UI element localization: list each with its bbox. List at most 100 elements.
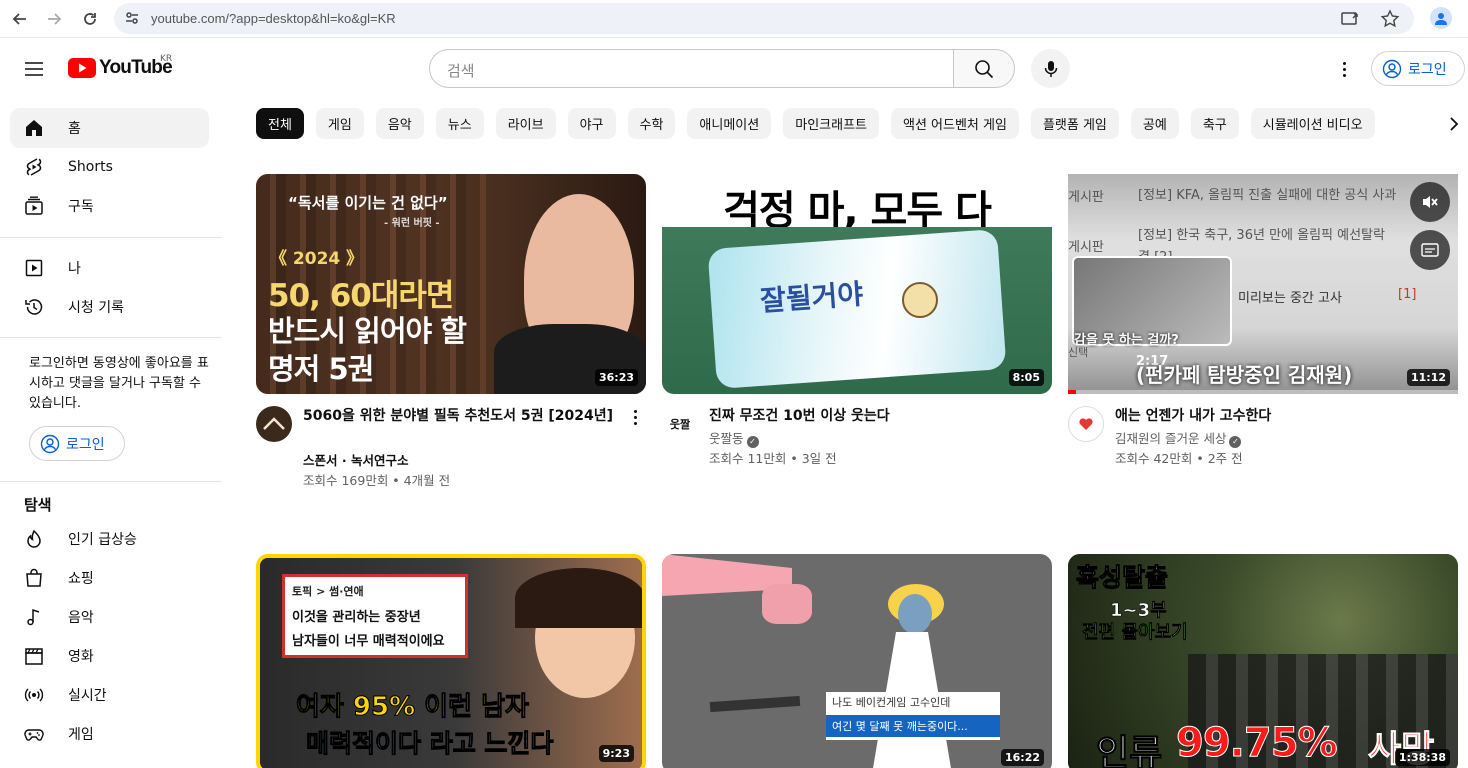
volume-muted-icon [1423, 196, 1438, 208]
thumb-text: 게시판 [1068, 240, 1104, 255]
settings-more-button[interactable] [1334, 58, 1354, 80]
thumb-text: 감을 못 하는 걸까? [1074, 333, 1179, 348]
thumb-text: [1] [1398, 287, 1417, 302]
home-icon [24, 118, 44, 138]
youtube-play-logo-icon [68, 58, 96, 78]
address-bar[interactable]: youtube.com/?app=desktop&hl=ko&gl=KR [114, 3, 1414, 34]
thumb-text: (펀카페 탐방중인 김재원) [1136, 363, 1353, 387]
video-meta: 조회수 11만회 • 3일 전 [709, 451, 837, 466]
video-title[interactable]: 진짜 무조건 10번 이상 웃는다 [709, 405, 1027, 427]
signin-button[interactable]: 로그인 [1371, 51, 1465, 86]
video-thumbnail[interactable]: 혹성탈출 1~3부 전편 몰아보기 인류 99.75% 사망 1:38:38 [1068, 554, 1458, 768]
sidebar-item-home[interactable]: 홈 [10, 108, 209, 148]
sidebar-item-movies[interactable]: 영화 [10, 636, 209, 676]
movies-icon [24, 646, 44, 666]
video-duration: 8:05 [1008, 369, 1044, 386]
browser-toolbar: youtube.com/?app=desktop&hl=ko&gl=KR [0, 0, 1468, 38]
chip-animation[interactable]: 애니메이션 [687, 108, 772, 139]
sidebar-item-trending[interactable]: 인기 급상승 [10, 519, 209, 559]
video-menu-button[interactable] [634, 410, 638, 425]
channel-avatar[interactable] [1068, 406, 1104, 442]
video-title[interactable]: 5060을 위한 분야별 필독 추천도서 5권 [2024년] [303, 405, 621, 427]
thumb-text: 혹성탈출 [1075, 563, 1169, 593]
chip-minecraft[interactable]: 마인크래프트 [783, 108, 879, 139]
sidebar-item-you[interactable]: 나 [10, 248, 209, 288]
search-button[interactable] [953, 49, 1015, 88]
sidebar-item-shopping[interactable]: 쇼핑 [10, 558, 209, 598]
shopping-icon [24, 568, 44, 588]
thumb-text: 매력적이다 라고 느낀다 [305, 729, 554, 759]
music-icon [24, 607, 44, 627]
subscriptions-icon [24, 196, 44, 216]
video-thumbnail[interactable]: 토픽 > 썸·연애 이것을 관리하는 중장년 남자들이 너무 매력적이에요 여자… [256, 554, 646, 768]
thumb-text: 이것을 관리하는 중장년 [292, 610, 421, 625]
preview-progress-bar [1068, 390, 1458, 394]
chip-music[interactable]: 음악 [375, 108, 424, 139]
chip-all[interactable]: 전체 [256, 108, 304, 139]
video-title[interactable]: 애는 언젠가 내가 고수한다 [1115, 405, 1433, 427]
thumb-text: “독서를 이기는 건 없다” [288, 194, 448, 212]
video-duration: 9:23 [598, 745, 634, 762]
search-input[interactable]: 검색 [429, 49, 953, 88]
chip-action-adventure[interactable]: 액션 어드벤처 게임 [891, 108, 1019, 139]
thumb-text: [정보] KFA, 올림픽 진출 실패에 대한 공식 사과 [1138, 188, 1397, 203]
sidebar-item-music[interactable]: 음악 [10, 597, 209, 637]
install-app-icon[interactable] [1340, 9, 1360, 29]
gaming-icon [24, 724, 44, 744]
sidebar-item-label: 인기 급상승 [68, 532, 137, 548]
browser-profile-icon[interactable] [1430, 7, 1452, 29]
captions-button[interactable] [1410, 230, 1450, 270]
reload-icon[interactable] [78, 7, 102, 31]
site-settings-icon[interactable] [124, 10, 140, 30]
thumb-text: 남자들이 너무 매력적이에요 [292, 634, 445, 649]
signin-label: 로그인 [1408, 61, 1447, 78]
captions-icon [1421, 243, 1439, 257]
history-icon [24, 297, 44, 317]
channel-avatar[interactable] [256, 406, 292, 442]
video-thumbnail[interactable]: “독서를 이기는 건 없다” - 워런 버핏 - 《 2024 》 50, 60… [256, 174, 646, 394]
youtube-logo[interactable]: YouTube KR [68, 54, 173, 79]
sidebar-item-label: 구독 [68, 199, 94, 215]
thumb-text: 토픽 > 썸·연애 [292, 585, 364, 598]
thumb-text: 인류 [1095, 733, 1163, 768]
shorts-icon [24, 157, 44, 177]
chip-baseball[interactable]: 야구 [567, 108, 616, 139]
chip-crafts[interactable]: 공예 [1130, 108, 1179, 139]
chip-platformer[interactable]: 플랫폼 게임 [1030, 108, 1119, 139]
mute-button[interactable] [1410, 182, 1450, 222]
voice-search-button[interactable] [1031, 49, 1070, 88]
video-thumbnail[interactable]: 나도 베이컨게임 고수인데 여긴 몇 달째 못 깨는중이다... 16:22 [662, 554, 1052, 768]
chip-simulation[interactable]: 시뮬레이션 비디오 [1250, 108, 1375, 139]
forward-icon[interactable] [42, 7, 66, 31]
sidebar-item-live[interactable]: 실시간 [10, 675, 209, 715]
chip-soccer[interactable]: 축구 [1190, 108, 1239, 139]
chip-news[interactable]: 뉴스 [435, 108, 484, 139]
video-thumbnail[interactable]: 걱정 마, 모두 다 잘될거야 8:05 [662, 174, 1052, 394]
search-icon [975, 59, 994, 78]
sidebar-item-subscriptions[interactable]: 구독 [10, 186, 209, 226]
sidebar-item-label: Shorts [68, 159, 113, 175]
bookmark-star-icon[interactable] [1380, 9, 1400, 29]
channel-name[interactable]: 김재원의 즐거운 세상 [1115, 431, 1226, 446]
back-icon[interactable] [8, 7, 32, 31]
sidebar-divider [0, 481, 222, 482]
sidebar-item-label: 음악 [68, 610, 94, 626]
video-duration: 36:23 [594, 369, 638, 386]
channel-avatar[interactable]: 웃짤 [662, 406, 698, 442]
sidebar-signin-note: 로그인하면 동영상에 좋아요를 표시하고 댓글을 달거나 구독할 수 있습니다. [29, 356, 209, 411]
thumb-text: [정보] 한국 축구, 36년 만에 올림픽 예선탈락 [1138, 228, 1385, 243]
chip-math[interactable]: 수학 [627, 108, 676, 139]
sidebar-item-gaming[interactable]: 게임 [10, 714, 209, 754]
sidebar-item-shorts[interactable]: Shorts [10, 147, 209, 187]
sidebar-item-history[interactable]: 시청 기록 [10, 287, 209, 327]
video-thumbnail[interactable]: 게시판 [정보] KFA, 올림픽 진출 실패에 대한 공식 사과 게시판 [정… [1068, 174, 1458, 394]
channel-name[interactable]: 스폰서 · 녹서연구소 [303, 451, 408, 471]
guide-menu-button[interactable] [20, 55, 48, 83]
sidebar-signin-button[interactable]: 로그인 [29, 426, 125, 461]
thumb-text: 신택 [1068, 346, 1089, 359]
thumb-text: 《 2024 》 [270, 249, 364, 269]
chip-scroll-next-button[interactable] [1440, 108, 1468, 139]
chip-games[interactable]: 게임 [315, 108, 364, 139]
chip-live[interactable]: 라이브 [495, 108, 556, 139]
channel-name[interactable]: 웃짤동 [709, 431, 744, 446]
